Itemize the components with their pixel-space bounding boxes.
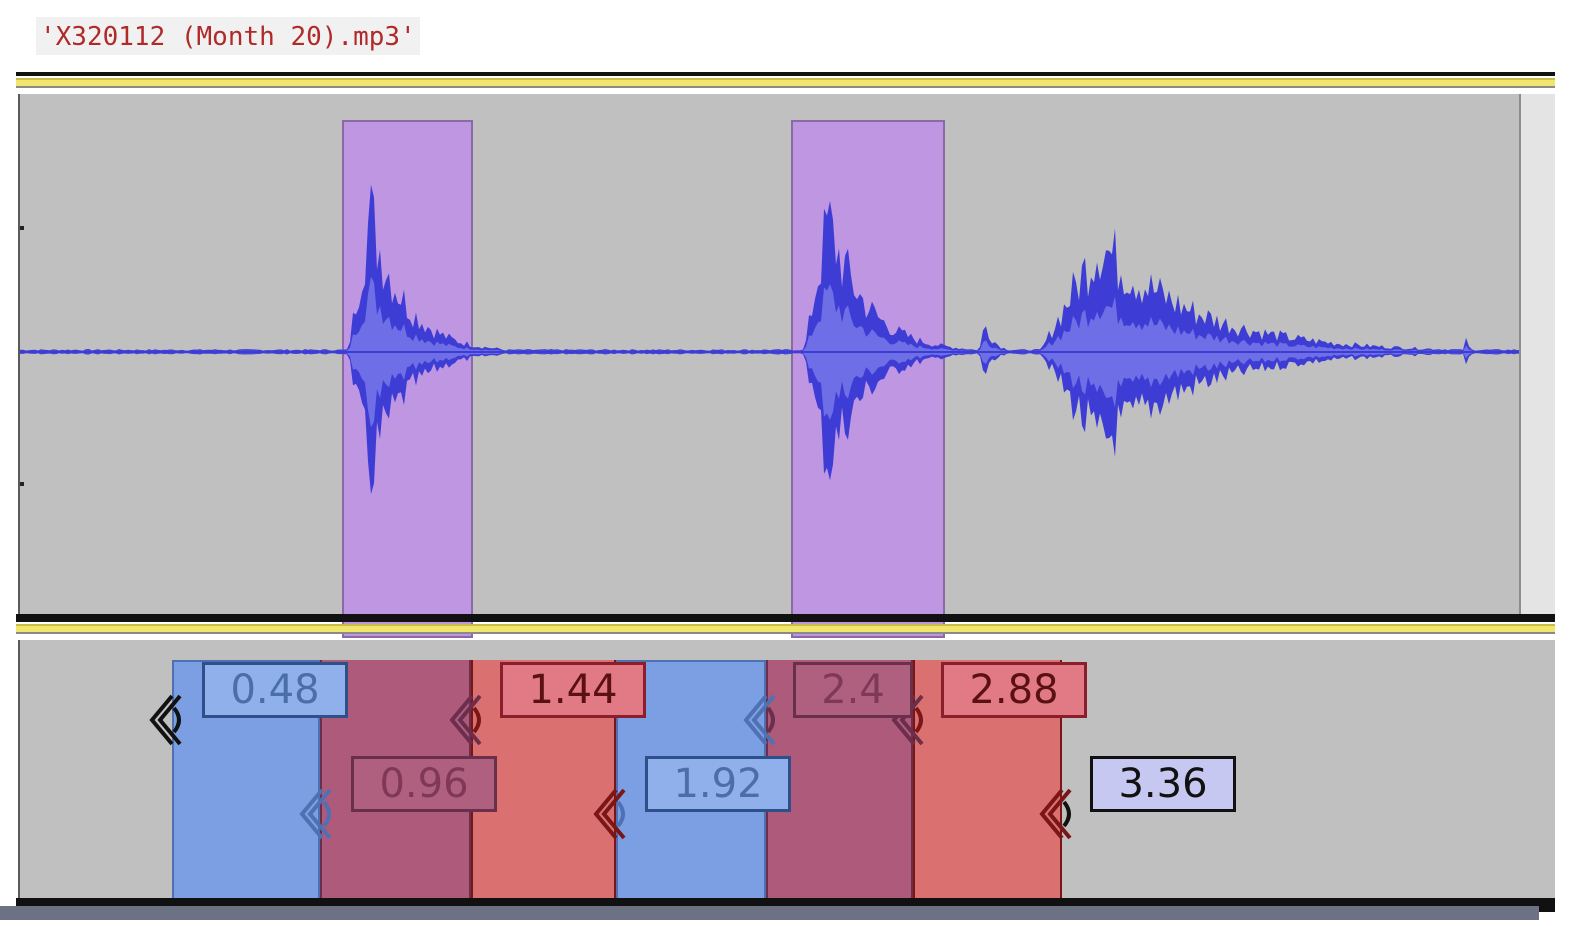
label-track-area[interactable]: 0.48 0.96 1.44 1.92 2.4 2.88 3.36 <box>18 640 1555 906</box>
audio-track-header-bar <box>16 78 1555 88</box>
label-track[interactable]: 0.48 0.96 1.44 1.92 2.4 2.88 3.36 <box>16 618 1555 912</box>
file-name-label: 'X320112 (Month 20).mp3' <box>36 17 420 55</box>
audio-track-end-margin <box>1519 94 1555 620</box>
label-track-header-bar <box>16 624 1555 634</box>
label-boundary-handle-4[interactable] <box>588 786 636 842</box>
label-boundary-handle-2[interactable] <box>294 786 342 842</box>
audio-track-waveform-area[interactable] <box>18 94 1555 638</box>
label-track-top-border <box>16 618 1555 622</box>
label-boundary-handle-3[interactable] <box>444 692 492 748</box>
label-text-3.36[interactable]: 3.36 <box>1090 756 1236 812</box>
label-text-2.88[interactable]: 2.88 <box>941 662 1087 718</box>
audio-track-top-border <box>16 72 1555 76</box>
label-text-0.48[interactable]: 0.48 <box>202 662 348 718</box>
label-text-1.92[interactable]: 1.92 <box>645 756 791 812</box>
label-boundary-handle-7[interactable] <box>1034 786 1082 842</box>
label-boundary-handle-1[interactable] <box>144 692 192 748</box>
label-boundary-handle-5[interactable] <box>738 692 786 748</box>
waveform-peak-envelope <box>20 184 1520 495</box>
label-text-0.96[interactable]: 0.96 <box>351 756 497 812</box>
label-text-2.4[interactable]: 2.4 <box>793 662 913 718</box>
track-panel-bottom-bar <box>0 906 1539 920</box>
waveform <box>20 184 1520 495</box>
label-text-1.44[interactable]: 1.44 <box>500 662 646 718</box>
audio-track[interactable] <box>16 72 1555 638</box>
